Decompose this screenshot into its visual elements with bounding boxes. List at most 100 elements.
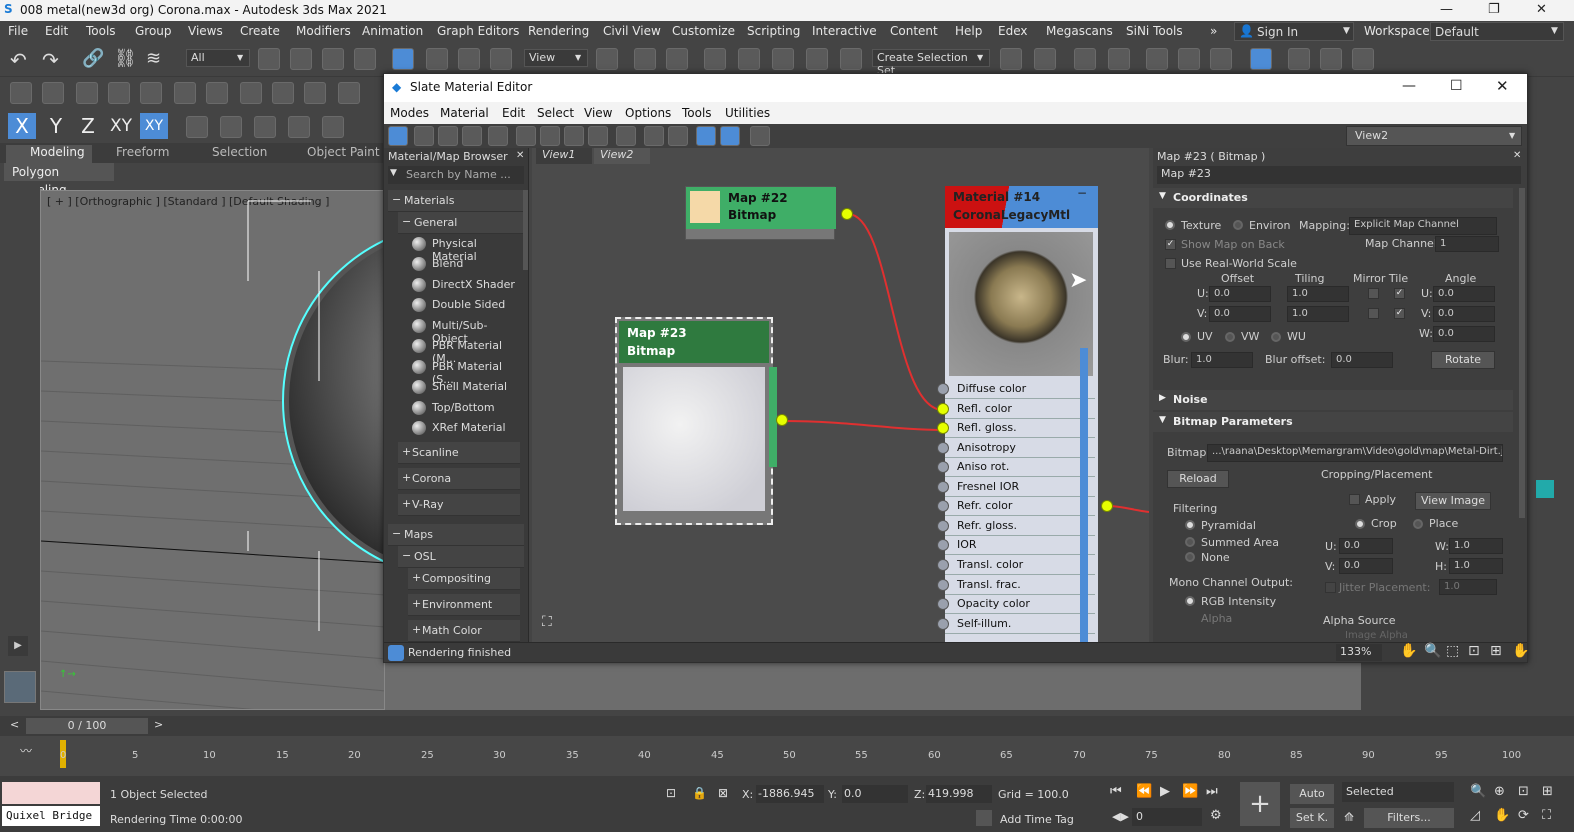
- blur-input[interactable]: 1.0: [1191, 352, 1253, 368]
- map23-header[interactable]: Map #23 Bitmap: [619, 321, 769, 363]
- browser-group-vray[interactable]: + V-Ray: [398, 494, 520, 516]
- menu-scripting[interactable]: Scripting: [747, 24, 800, 38]
- axis-z-button[interactable]: Z: [76, 113, 100, 139]
- show-map-on-back-checkbox[interactable]: ✓: [1165, 239, 1176, 250]
- material-editor-icon[interactable]: [1250, 48, 1272, 70]
- uv-radio[interactable]: [1181, 332, 1191, 342]
- menu-modifiers[interactable]: Modifiers: [296, 24, 351, 38]
- render-setup-icon[interactable]: [1288, 48, 1310, 70]
- close-icon[interactable]: ✕: [1536, 2, 1547, 17]
- mirror-icon[interactable]: [1000, 48, 1022, 70]
- hide-unused-icon[interactable]: [540, 126, 560, 146]
- current-frame-input[interactable]: 0: [1132, 808, 1202, 826]
- environment-icon[interactable]: [174, 82, 196, 104]
- create-selection-set-dropdown[interactable]: Create Selection Set ▼: [872, 49, 990, 77]
- slot-transl-frac[interactable]: Transl. frac.: [937, 576, 1095, 595]
- place-radio[interactable]: [1413, 519, 1423, 529]
- align-icon[interactable]: [1034, 48, 1056, 70]
- browser-group-compositing[interactable]: + Compositing: [408, 568, 520, 590]
- snaps-toggle-icon[interactable]: [704, 48, 726, 70]
- workspaces-dropdown[interactable]: Default ▼: [1430, 22, 1564, 41]
- curve-editor-icon[interactable]: [1178, 48, 1200, 70]
- browser-item-blend[interactable]: Blend: [406, 254, 520, 274]
- y-coordinate-input[interactable]: 0.0: [842, 785, 908, 803]
- zoom-icon[interactable]: 🔍: [1470, 784, 1486, 799]
- browser-item-xref-material[interactable]: XRef Material: [406, 418, 520, 438]
- background-icon[interactable]: [588, 126, 608, 146]
- rotate-icon[interactable]: [426, 48, 448, 70]
- menu-interactive[interactable]: Interactive: [812, 24, 877, 38]
- menu-customize[interactable]: Customize: [672, 24, 735, 38]
- go-to-start-icon[interactable]: ⏮: [1110, 784, 1122, 799]
- u-mirror-checkbox[interactable]: [1368, 288, 1379, 299]
- menu-file[interactable]: File: [8, 24, 28, 38]
- pyramidal-radio[interactable]: [1185, 520, 1195, 530]
- browser-item-top-bottom[interactable]: Top/Bottom: [406, 398, 520, 418]
- noise-rollout[interactable]: ▶ Noise: [1153, 390, 1513, 410]
- browser-item-physical-material[interactable]: Physical Material: [406, 234, 520, 263]
- socket-icon[interactable]: [937, 383, 949, 395]
- quixel-bridge-button[interactable]: Quixel Bridge: [2, 806, 100, 826]
- toggle-ribbon-icon[interactable]: [1146, 48, 1168, 70]
- environ-radio[interactable]: [1233, 220, 1243, 230]
- schematic-view-icon[interactable]: [1210, 48, 1232, 70]
- redo-icon[interactable]: ↷: [42, 48, 59, 72]
- slot-opacity-color[interactable]: Opacity color: [937, 595, 1095, 614]
- play-icon[interactable]: ▶: [1160, 784, 1170, 799]
- v-angle-input[interactable]: 0.0: [1433, 306, 1495, 322]
- socket-icon[interactable]: [937, 442, 949, 454]
- u-tile-checkbox[interactable]: ✓: [1394, 288, 1405, 299]
- browser-group-scanline[interactable]: + Scanline: [398, 442, 520, 464]
- unlink-icon[interactable]: ⛓: [114, 48, 137, 69]
- containers-icon[interactable]: [42, 82, 64, 104]
- ribbon-tab-freeform[interactable]: Freeform: [116, 145, 169, 159]
- material-map-browser-icon[interactable]: [696, 126, 716, 146]
- layer-explorer-icon[interactable]: [1108, 48, 1130, 70]
- layout-children-icon[interactable]: [668, 126, 688, 146]
- pan-view-icon[interactable]: ✋: [1494, 808, 1510, 823]
- zoom-selected-icon[interactable]: ⊞: [1490, 643, 1502, 659]
- rendered-frame-window-icon[interactable]: [1320, 48, 1342, 70]
- menu-sini-tools[interactable]: SiNi Tools: [1126, 24, 1183, 38]
- crop-v-input[interactable]: 0.0: [1339, 558, 1393, 574]
- browser-item-pbr-material-spec[interactable]: PBR Material (S...: [406, 357, 520, 386]
- zoom-all-icon[interactable]: ⊕: [1494, 784, 1505, 799]
- texture-radio[interactable]: [1165, 220, 1175, 230]
- move-children-icon[interactable]: [516, 126, 536, 146]
- browser-item-pbr-material-metal[interactable]: PBR Material (M...: [406, 336, 520, 365]
- slate-menu-view[interactable]: View: [584, 106, 612, 120]
- list-icon[interactable]: [206, 82, 228, 104]
- bitmap-parameters-rollout[interactable]: ▼ Bitmap Parameters: [1153, 412, 1513, 432]
- browser-group-environment[interactable]: + Environment: [408, 594, 520, 616]
- orbit-icon[interactable]: ⟳: [1518, 808, 1529, 823]
- selection-filter-dropdown[interactable]: All ▼: [186, 49, 250, 67]
- vw-radio[interactable]: [1225, 332, 1235, 342]
- angle-snap-icon[interactable]: [738, 48, 760, 70]
- select-by-name-icon[interactable]: [290, 48, 312, 70]
- slot-anisotropy[interactable]: Anisotropy: [937, 439, 1095, 458]
- gear-icon[interactable]: [254, 116, 276, 138]
- menu-content[interactable]: Content: [890, 24, 938, 38]
- browser-group-maps[interactable]: − Maps: [388, 524, 524, 546]
- axis-y-button[interactable]: Y: [44, 113, 68, 139]
- lock-icon[interactable]: 🔒: [692, 786, 707, 800]
- scale-icon[interactable]: [458, 48, 480, 70]
- material-node[interactable]: Material #14 CoronaLegacyMtl − ➤ Diffuse…: [937, 186, 1098, 642]
- viewport-thumbnail[interactable]: [4, 671, 36, 703]
- slate-menu-utilities[interactable]: Utilities: [725, 106, 770, 120]
- map22-node[interactable]: Map #22 Bitmap: [685, 186, 836, 240]
- socket-icon[interactable]: [937, 559, 949, 571]
- v-tiling-input[interactable]: 1.0: [1287, 306, 1349, 322]
- material-output-socket[interactable]: [1101, 500, 1113, 512]
- time-slider-thumb[interactable]: 0 / 100: [26, 718, 148, 734]
- move-icon[interactable]: [392, 48, 414, 70]
- polygon-modeling-panel[interactable]: Polygon Modeling: [4, 163, 114, 197]
- slot-aniso-rot[interactable]: Aniso rot.: [937, 458, 1095, 477]
- navigator-icon[interactable]: ⛶: [542, 614, 552, 630]
- rectangle-selection-icon[interactable]: [322, 48, 344, 70]
- maximize-icon[interactable]: ☐: [1450, 78, 1463, 94]
- menu-create[interactable]: Create: [240, 24, 280, 38]
- previous-frame-icon[interactable]: ⏪: [1136, 784, 1152, 799]
- ribbon-tab-selection[interactable]: Selection: [212, 145, 267, 159]
- none-radio[interactable]: [1185, 552, 1195, 562]
